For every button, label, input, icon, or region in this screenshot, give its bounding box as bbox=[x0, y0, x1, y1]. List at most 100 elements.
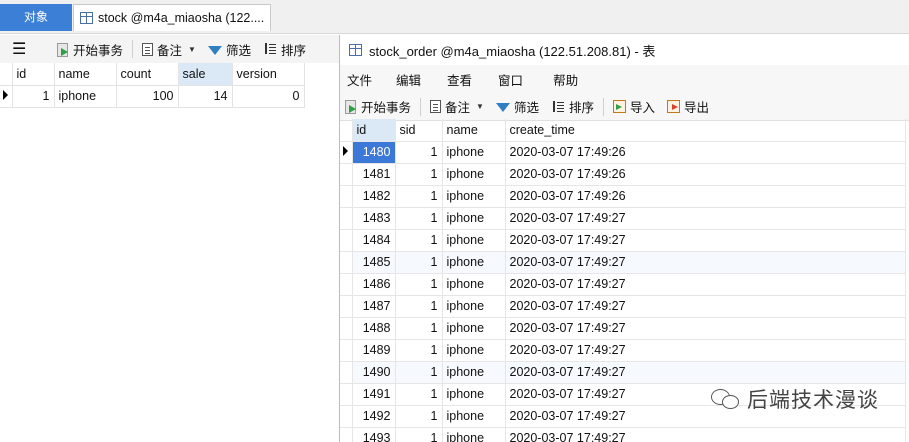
table-row[interactable]: 1 iphone 100 14 0 bbox=[0, 85, 305, 108]
cell-create-time[interactable]: 2020-03-07 17:49:27 bbox=[505, 361, 906, 384]
cell-create-time[interactable]: 2020-03-07 17:49:27 bbox=[505, 251, 906, 274]
cell-create-time[interactable]: 2020-03-07 17:49:27 bbox=[505, 427, 906, 442]
table-row[interactable]: 1486 1 iphone 2020-03-07 17:49:27 bbox=[340, 273, 906, 296]
cell-id[interactable]: 1 bbox=[12, 85, 55, 108]
cell-create-time[interactable]: 2020-03-07 17:49:26 bbox=[505, 163, 906, 186]
table-row[interactable]: 1487 1 iphone 2020-03-07 17:49:27 bbox=[340, 295, 906, 318]
cell-name[interactable]: iphone bbox=[442, 273, 506, 296]
cell-id[interactable]: 1480 bbox=[352, 141, 396, 164]
cell-name[interactable]: iphone bbox=[54, 85, 117, 108]
column-header-version[interactable]: version bbox=[232, 63, 305, 86]
cell-name[interactable]: iphone bbox=[442, 427, 506, 442]
cell-name[interactable]: iphone bbox=[442, 383, 506, 406]
note-button[interactable]: 备注 ▼ bbox=[424, 97, 490, 116]
cell-id[interactable]: 1488 bbox=[352, 317, 396, 340]
cell-create-time[interactable]: 2020-03-07 17:49:26 bbox=[505, 141, 906, 164]
cell-name[interactable]: iphone bbox=[442, 251, 506, 274]
bg-begin-transaction-button[interactable]: 开始事务 bbox=[50, 40, 129, 59]
table-row[interactable]: 1482 1 iphone 2020-03-07 17:49:26 bbox=[340, 185, 906, 208]
column-header-name[interactable]: name bbox=[54, 63, 117, 86]
cell-create-time[interactable]: 2020-03-07 17:49:27 bbox=[505, 207, 906, 230]
column-header-id[interactable]: id bbox=[12, 63, 55, 86]
cell-sid[interactable]: 1 bbox=[395, 383, 443, 406]
column-header-name[interactable]: name bbox=[442, 119, 506, 142]
cell-create-time[interactable]: 2020-03-07 17:49:27 bbox=[505, 229, 906, 252]
cell-name[interactable]: iphone bbox=[442, 339, 506, 362]
cell-id[interactable]: 1481 bbox=[352, 163, 396, 186]
cell-sid[interactable]: 1 bbox=[395, 185, 443, 208]
cell-sid[interactable]: 1 bbox=[395, 427, 443, 442]
column-header-id[interactable]: id bbox=[352, 119, 396, 142]
cell-id[interactable]: 1489 bbox=[352, 339, 396, 362]
cell-id[interactable]: 1492 bbox=[352, 405, 396, 428]
cell-id[interactable]: 1486 bbox=[352, 273, 396, 296]
cell-name[interactable]: iphone bbox=[442, 361, 506, 384]
cell-sid[interactable]: 1 bbox=[395, 405, 443, 428]
cell-sid[interactable]: 1 bbox=[395, 251, 443, 274]
table-row[interactable]: 1480 1 iphone 2020-03-07 17:49:26 bbox=[340, 141, 906, 164]
cell-count[interactable]: 100 bbox=[116, 85, 179, 108]
table-row[interactable]: 1489 1 iphone 2020-03-07 17:49:27 bbox=[340, 339, 906, 362]
cell-sid[interactable]: 1 bbox=[395, 339, 443, 362]
cell-sid[interactable]: 1 bbox=[395, 141, 443, 164]
cell-id[interactable]: 1484 bbox=[352, 229, 396, 252]
sort-button[interactable]: 排序 bbox=[545, 97, 600, 116]
table-row[interactable]: 1493 1 iphone 2020-03-07 17:49:27 bbox=[340, 427, 906, 442]
cell-id[interactable]: 1487 bbox=[352, 295, 396, 318]
table-row[interactable]: 1481 1 iphone 2020-03-07 17:49:26 bbox=[340, 163, 906, 186]
column-header-sid[interactable]: sid bbox=[395, 119, 443, 142]
cell-name[interactable]: iphone bbox=[442, 317, 506, 340]
menu-file[interactable]: 文件 bbox=[347, 70, 372, 89]
chevron-down-icon[interactable]: ▼ bbox=[476, 102, 484, 111]
cell-sid[interactable]: 1 bbox=[395, 229, 443, 252]
cell-sid[interactable]: 1 bbox=[395, 163, 443, 186]
bg-filter-button[interactable]: 筛选 bbox=[202, 40, 257, 59]
cell-name[interactable]: iphone bbox=[442, 141, 506, 164]
cell-id[interactable]: 1483 bbox=[352, 207, 396, 230]
cell-name[interactable]: iphone bbox=[442, 185, 506, 208]
column-header-create-time[interactable]: create_time bbox=[505, 119, 906, 142]
cell-id[interactable]: 1490 bbox=[352, 361, 396, 384]
hamburger-menu-icon[interactable]: ☰ bbox=[12, 39, 32, 59]
table-row[interactable]: 1485 1 iphone 2020-03-07 17:49:27 bbox=[340, 251, 906, 274]
cell-create-time[interactable]: 2020-03-07 17:49:27 bbox=[505, 273, 906, 296]
bg-note-button[interactable]: 备注 ▼ bbox=[136, 40, 202, 59]
cell-sid[interactable]: 1 bbox=[395, 273, 443, 296]
table-row[interactable]: 1488 1 iphone 2020-03-07 17:49:27 bbox=[340, 317, 906, 340]
tab-objects[interactable]: 对象 bbox=[0, 4, 72, 31]
chevron-down-icon[interactable]: ▼ bbox=[188, 45, 196, 54]
menu-window[interactable]: 窗口 bbox=[498, 70, 523, 89]
cell-sid[interactable]: 1 bbox=[395, 207, 443, 230]
cell-id[interactable]: 1482 bbox=[352, 185, 396, 208]
cell-sid[interactable]: 1 bbox=[395, 361, 443, 384]
cell-create-time[interactable]: 2020-03-07 17:49:26 bbox=[505, 185, 906, 208]
column-header-sale[interactable]: sale bbox=[178, 63, 233, 86]
table-row[interactable]: 1483 1 iphone 2020-03-07 17:49:27 bbox=[340, 207, 906, 230]
cell-version[interactable]: 0 bbox=[232, 85, 305, 108]
column-header-count[interactable]: count bbox=[116, 63, 179, 86]
cell-name[interactable]: iphone bbox=[442, 405, 506, 428]
table-row[interactable]: 1484 1 iphone 2020-03-07 17:49:27 bbox=[340, 229, 906, 252]
cell-id[interactable]: 1485 bbox=[352, 251, 396, 274]
begin-transaction-button[interactable]: 开始事务 bbox=[344, 97, 417, 116]
export-button[interactable]: 导出 bbox=[661, 97, 715, 116]
cell-name[interactable]: iphone bbox=[442, 295, 506, 318]
menu-view[interactable]: 查看 bbox=[447, 70, 472, 89]
cell-create-time[interactable]: 2020-03-07 17:49:27 bbox=[505, 317, 906, 340]
cell-name[interactable]: iphone bbox=[442, 229, 506, 252]
cell-create-time[interactable]: 2020-03-07 17:49:27 bbox=[505, 339, 906, 362]
cell-name[interactable]: iphone bbox=[442, 163, 506, 186]
cell-id[interactable]: 1493 bbox=[352, 427, 396, 442]
cell-create-time[interactable]: 2020-03-07 17:49:27 bbox=[505, 295, 906, 318]
cell-sid[interactable]: 1 bbox=[395, 317, 443, 340]
table-row[interactable]: 1490 1 iphone 2020-03-07 17:49:27 bbox=[340, 361, 906, 384]
import-button[interactable]: 导入 bbox=[607, 97, 661, 116]
filter-button[interactable]: 筛选 bbox=[490, 97, 545, 116]
bg-sort-button[interactable]: 排序 bbox=[257, 40, 312, 59]
tab-stock-table[interactable]: stock @m4a_miaosha (122.... bbox=[73, 4, 271, 31]
cell-id[interactable]: 1491 bbox=[352, 383, 396, 406]
cell-sid[interactable]: 1 bbox=[395, 295, 443, 318]
menu-help[interactable]: 帮助 bbox=[553, 70, 578, 89]
menu-edit[interactable]: 编辑 bbox=[396, 70, 421, 89]
cell-name[interactable]: iphone bbox=[442, 207, 506, 230]
